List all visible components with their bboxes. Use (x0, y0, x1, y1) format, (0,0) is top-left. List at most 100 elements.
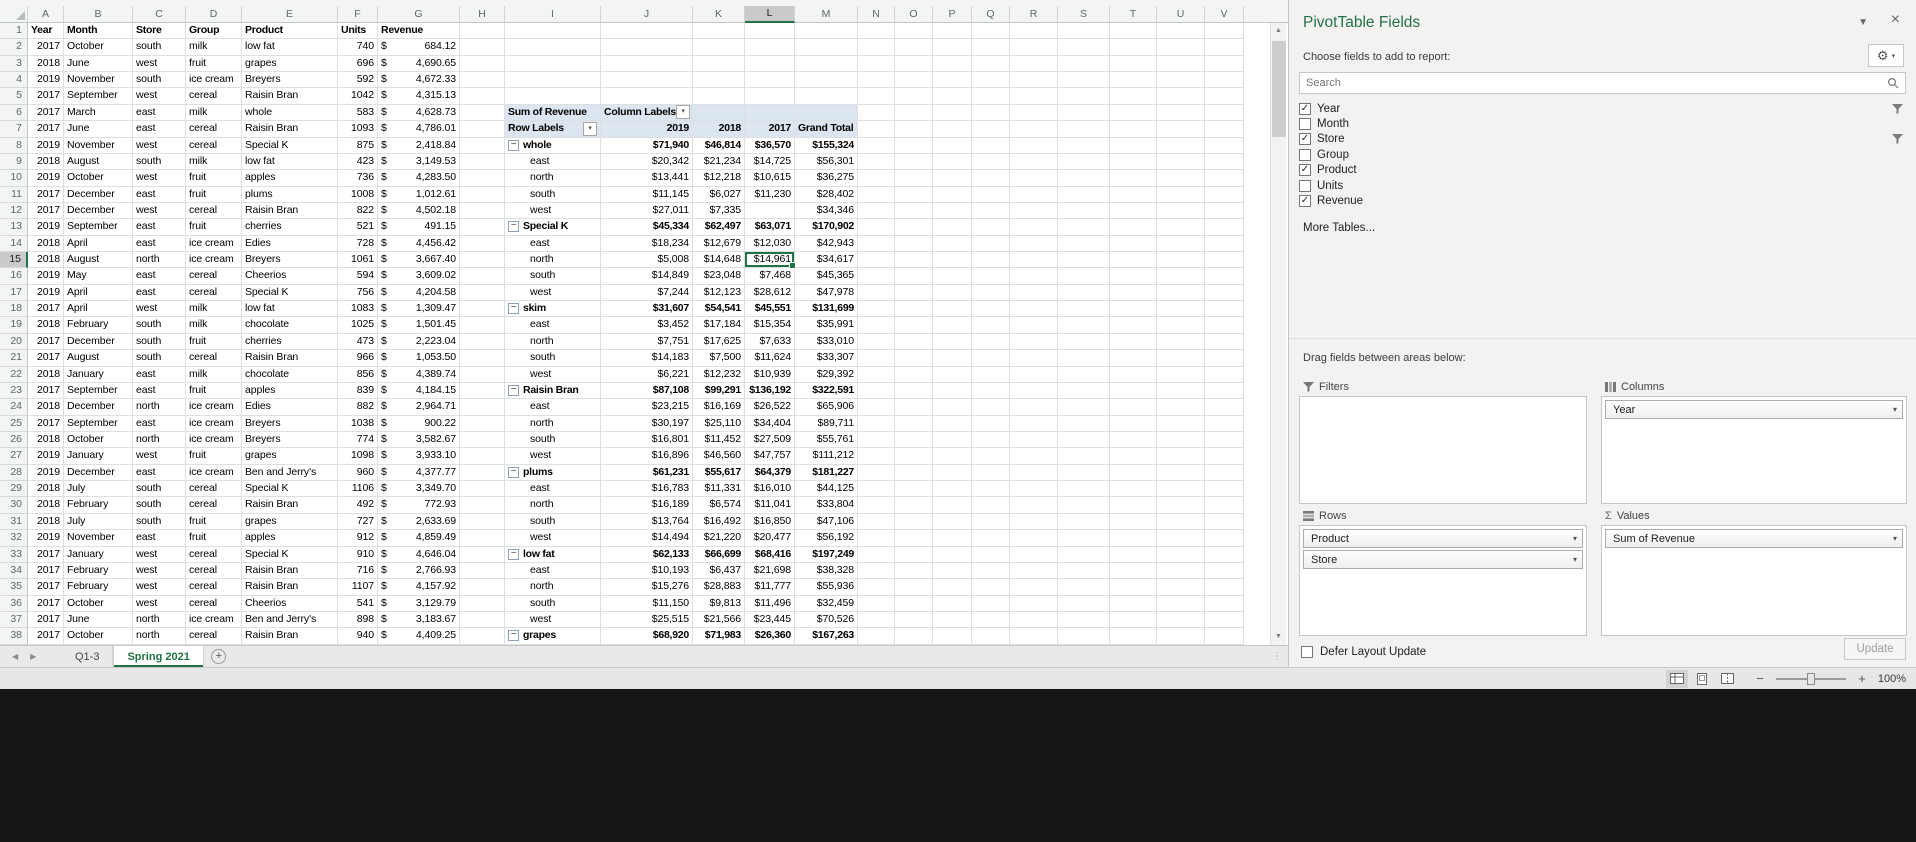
cell-R19[interactable] (1010, 317, 1058, 334)
cell-D29[interactable]: cereal (186, 481, 242, 498)
cell-C14[interactable]: east (133, 235, 186, 253)
cell-M2[interactable] (795, 39, 858, 56)
cell-F37[interactable]: 898 (338, 611, 378, 629)
cell-B22[interactable]: January (64, 366, 133, 383)
cell-N38[interactable] (858, 628, 895, 645)
cell-A38[interactable]: 2017 (28, 628, 64, 645)
cell-R16[interactable] (1010, 268, 1058, 285)
cell-M5[interactable] (795, 88, 858, 105)
cell-V8[interactable] (1205, 137, 1244, 154)
cell-G29[interactable]: $3,349.70 (378, 481, 460, 498)
cell-N25[interactable] (858, 415, 895, 432)
cell-H33[interactable] (460, 546, 505, 563)
field-item-revenue[interactable]: ✓ Revenue (1299, 193, 1906, 208)
cell-I15[interactable]: north (505, 252, 601, 269)
cell-U6[interactable] (1157, 104, 1205, 122)
cell-J29[interactable]: $16,783 (601, 481, 693, 498)
cell-C34[interactable]: west (133, 562, 186, 580)
field-checkbox-year[interactable]: ✓ (1299, 102, 1311, 115)
collapse-button[interactable]: − (508, 548, 519, 560)
cell-A15[interactable]: 2018 (28, 252, 64, 269)
cell-P27[interactable] (933, 448, 972, 465)
cell-G3[interactable]: $4,690.65 (378, 55, 460, 73)
cell-R18[interactable] (1010, 301, 1058, 318)
cell-N14[interactable] (858, 235, 895, 253)
field-checkbox-units[interactable] (1299, 179, 1311, 192)
cell-Q14[interactable] (972, 235, 1010, 253)
collapse-button[interactable]: − (508, 303, 519, 315)
cell-A26[interactable]: 2018 (28, 431, 64, 449)
cell-N21[interactable] (858, 350, 895, 367)
cell-V9[interactable] (1205, 153, 1244, 171)
cell-Q20[interactable] (972, 333, 1010, 351)
cell-F7[interactable]: 1093 (338, 121, 378, 138)
cell-O23[interactable] (895, 382, 933, 400)
cell-J35[interactable]: $15,276 (601, 579, 693, 596)
cell-P19[interactable] (933, 317, 972, 334)
cell-A8[interactable]: 2019 (28, 137, 64, 154)
cell-K28[interactable]: $55,617 (693, 464, 745, 482)
cell-C29[interactable]: south (133, 481, 186, 498)
cell-I25[interactable]: north (505, 415, 601, 432)
cell-R32[interactable] (1010, 530, 1058, 547)
cell-J25[interactable]: $30,197 (601, 415, 693, 432)
cell-G33[interactable]: $4,646.04 (378, 546, 460, 563)
cell-E26[interactable]: Breyers (242, 431, 338, 449)
cell-G36[interactable]: $3,129.79 (378, 595, 460, 612)
cell-Q37[interactable] (972, 611, 1010, 629)
cell-T24[interactable] (1110, 399, 1157, 416)
cell-P3[interactable] (933, 55, 972, 73)
cell-P10[interactable] (933, 170, 972, 187)
cell-H17[interactable] (460, 284, 505, 302)
cell-K8[interactable]: $46,814 (693, 137, 745, 154)
cell-B24[interactable]: December (64, 399, 133, 416)
cell-Q3[interactable] (972, 55, 1010, 73)
cell-H4[interactable] (460, 72, 505, 89)
cell-T9[interactable] (1110, 153, 1157, 171)
cell-M38[interactable]: $167,263 (795, 628, 858, 645)
row-header-19[interactable]: 19 (0, 317, 28, 334)
cell-Q5[interactable] (972, 88, 1010, 105)
cell-C16[interactable]: east (133, 268, 186, 285)
cell-T21[interactable] (1110, 350, 1157, 367)
cell-S15[interactable] (1058, 252, 1110, 269)
cell-K14[interactable]: $12,679 (693, 235, 745, 253)
cell-R38[interactable] (1010, 628, 1058, 645)
cell-G18[interactable]: $1,309.47 (378, 301, 460, 318)
row-header-5[interactable]: 5 (0, 88, 28, 105)
cell-C32[interactable]: east (133, 530, 186, 547)
cell-V4[interactable] (1205, 72, 1244, 89)
cell-L23[interactable]: $136,192 (745, 382, 795, 400)
cell-J23[interactable]: $87,108 (601, 382, 693, 400)
row-header-22[interactable]: 22 (0, 366, 28, 383)
cell-H18[interactable] (460, 301, 505, 318)
cell-J1[interactable] (601, 23, 693, 40)
cell-N32[interactable] (858, 530, 895, 547)
cell-E16[interactable]: Cheerios (242, 268, 338, 285)
cell-L29[interactable]: $16,010 (745, 481, 795, 498)
cell-F28[interactable]: 960 (338, 464, 378, 482)
cell-S14[interactable] (1058, 235, 1110, 253)
cell-F5[interactable]: 1042 (338, 88, 378, 105)
cell-D23[interactable]: fruit (186, 382, 242, 400)
cell-H5[interactable] (460, 88, 505, 105)
cell-Q31[interactable] (972, 513, 1010, 531)
cell-F18[interactable]: 1083 (338, 301, 378, 318)
cell-E36[interactable]: Cheerios (242, 595, 338, 612)
cell-C25[interactable]: east (133, 415, 186, 432)
cell-H3[interactable] (460, 55, 505, 73)
cell-K15[interactable]: $14,648 (693, 252, 745, 269)
cell-C37[interactable]: north (133, 611, 186, 629)
cell-B7[interactable]: June (64, 121, 133, 138)
cell-H26[interactable] (460, 431, 505, 449)
cell-M31[interactable]: $47,106 (795, 513, 858, 531)
cell-C3[interactable]: west (133, 55, 186, 73)
column-header-K[interactable]: K (693, 6, 745, 23)
cell-Q19[interactable] (972, 317, 1010, 334)
cell-E6[interactable]: whole (242, 104, 338, 122)
cell-I7[interactable]: Row Labels ▾ (505, 121, 601, 138)
column-labels-dropdown[interactable]: ▾ (676, 105, 691, 120)
row-header-21[interactable]: 21 (0, 350, 28, 367)
field-checkbox-group[interactable] (1299, 148, 1311, 161)
cell-G8[interactable]: $2,418.84 (378, 137, 460, 154)
